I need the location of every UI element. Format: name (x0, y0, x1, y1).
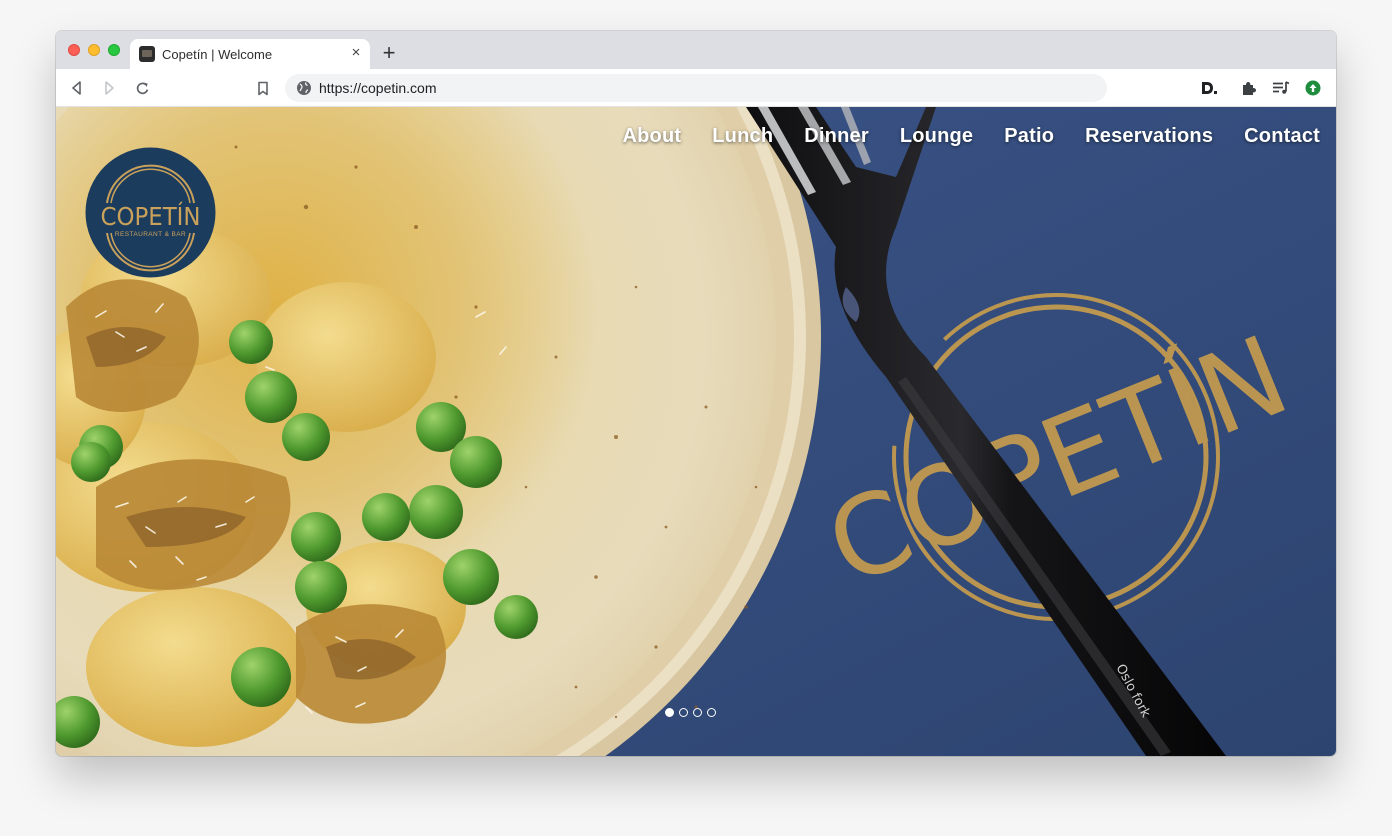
zoom-window-button[interactable] (108, 44, 120, 56)
minimize-window-button[interactable] (88, 44, 100, 56)
browser-window: Copetín | Welcome × + https://copetin.co… (56, 31, 1336, 756)
update-icon[interactable] (1304, 79, 1322, 97)
globe-icon (297, 81, 311, 95)
slider-dot-3[interactable] (693, 708, 702, 717)
browser-tab[interactable]: Copetín | Welcome × (130, 39, 370, 69)
reload-icon[interactable] (133, 79, 151, 97)
d-extension-icon[interactable] (1200, 79, 1218, 97)
slider-dot-4[interactable] (707, 708, 716, 717)
website-page: COPETÍN Oslo fork About Lunch Dinner Lou… (56, 107, 1336, 756)
address-bar[interactable]: https://copetin.com (285, 74, 1107, 102)
copetin-logo[interactable]: COPETÍN RESTAURANT & BAR (85, 147, 216, 278)
bookmark-icon[interactable] (254, 79, 272, 97)
puzzle-extension-icon[interactable] (1240, 79, 1258, 97)
forward-icon[interactable] (100, 79, 118, 97)
slider-dot-1[interactable] (665, 708, 674, 717)
tab-strip: Copetín | Welcome × + (56, 31, 1336, 69)
nav-about[interactable]: About (623, 125, 682, 148)
back-icon[interactable] (68, 79, 86, 97)
close-window-button[interactable] (68, 44, 80, 56)
nav-contact[interactable]: Contact (1244, 125, 1320, 148)
logo-subtitle: RESTAURANT & BAR (115, 231, 186, 238)
nav-patio[interactable]: Patio (1004, 125, 1054, 148)
slider-dot-2[interactable] (679, 708, 688, 717)
url-text: https://copetin.com (319, 80, 437, 96)
nav-lounge[interactable]: Lounge (900, 125, 973, 148)
new-tab-button[interactable]: + (378, 42, 400, 65)
browser-toolbar: https://copetin.com (56, 69, 1336, 107)
main-navigation: About Lunch Dinner Lounge Patio Reservat… (623, 125, 1321, 148)
playlist-icon[interactable] (1272, 79, 1290, 97)
hero-food-photo: COPETÍN Oslo fork (56, 107, 1336, 756)
favicon-icon (139, 46, 155, 62)
tab-close-icon[interactable]: × (348, 45, 364, 61)
nav-lunch[interactable]: Lunch (712, 125, 773, 148)
nav-dinner[interactable]: Dinner (804, 125, 869, 148)
nav-reservations[interactable]: Reservations (1085, 125, 1213, 148)
tab-title: Copetín | Welcome (162, 47, 273, 62)
slider-dots (665, 708, 716, 717)
logo-name: COPETÍN (101, 202, 201, 231)
